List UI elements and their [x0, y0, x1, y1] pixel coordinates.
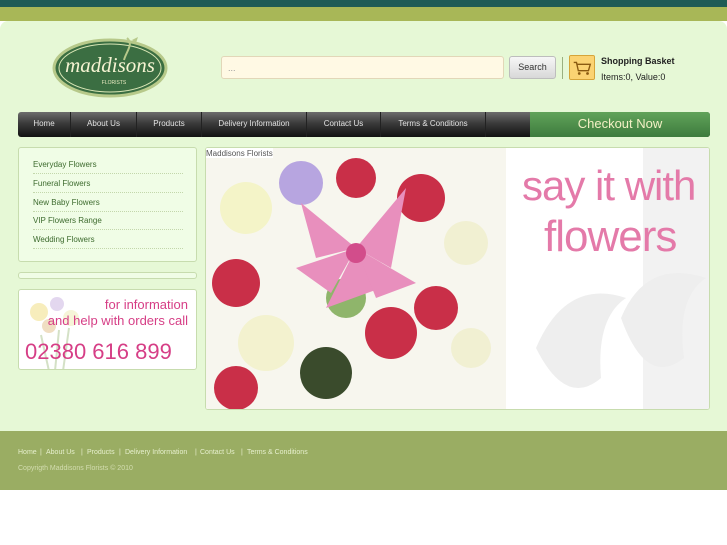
copyright-text: Copyrigth Maddisons Florists © 2010	[18, 465, 133, 472]
footer	[0, 431, 727, 490]
hero-headline-2: flowers	[544, 212, 677, 261]
info-line-2: and help with orders call	[47, 313, 188, 328]
info-line-1: for information	[104, 297, 188, 312]
checkout-now-button[interactable]: Checkout Now	[530, 112, 710, 137]
footer-separator: |	[40, 449, 42, 456]
search-input[interactable]: ...	[221, 56, 504, 79]
footer-separator: |	[241, 449, 243, 456]
category-vip-flowers-range[interactable]: VIP Flowers Range	[33, 216, 183, 230]
basket-summary: Items:0, Value:0	[601, 72, 666, 82]
footer-separator: |	[195, 449, 197, 456]
footer-link-contact-us[interactable]: Contact Us	[200, 449, 235, 456]
footer-link-terms-conditions[interactable]: Terms & Conditions	[247, 449, 308, 456]
footer-separator: |	[119, 449, 121, 456]
footer-link-about-us[interactable]: About Us	[46, 449, 75, 456]
footer-link-home[interactable]: Home	[18, 449, 37, 456]
main-nav: Home About Us Products Delivery Informat…	[18, 112, 710, 137]
search-button[interactable]: Search	[509, 56, 556, 79]
hero-banner: Maddisons Florists say it with flowers	[205, 147, 710, 410]
footer-link-delivery-information[interactable]: Delivery Information	[125, 449, 187, 456]
category-menu: Everyday Flowers Funeral Flowers New Bab…	[18, 147, 197, 262]
footer-separator: |	[81, 449, 83, 456]
category-everyday-flowers[interactable]: Everyday Flowers	[33, 160, 183, 174]
logo-name: maddisons	[65, 53, 155, 77]
phone-number: 02380 616 899	[25, 339, 172, 364]
top-band	[0, 0, 727, 7]
nav-about-us[interactable]: About Us	[71, 112, 137, 137]
help-phone-banner[interactable]: for information and help with orders cal…	[18, 289, 197, 370]
nav-terms-conditions[interactable]: Terms & Conditions	[381, 112, 486, 137]
category-new-baby-flowers[interactable]: New Baby Flowers	[33, 198, 183, 212]
nav-products[interactable]: Products	[137, 112, 202, 137]
hero-caption: Maddisons Florists	[206, 148, 273, 158]
shopping-cart-icon[interactable]	[569, 55, 595, 80]
footer-link-products[interactable]: Products	[87, 449, 115, 456]
nav-contact-us[interactable]: Contact Us	[307, 112, 381, 137]
header-divider	[562, 57, 563, 79]
category-funeral-flowers[interactable]: Funeral Flowers	[33, 179, 183, 193]
hero-headline-1: say it with	[522, 162, 696, 209]
category-wedding-flowers[interactable]: Wedding Flowers	[33, 235, 183, 249]
olive-band	[0, 7, 727, 21]
sidebar-empty-box	[18, 272, 197, 279]
nav-delivery-information[interactable]: Delivery Information	[202, 112, 307, 137]
basket-title[interactable]: Shopping Basket	[601, 56, 675, 66]
nav-home[interactable]: Home	[18, 112, 71, 137]
logo-tagline: FLORISTS	[102, 80, 127, 86]
maddisons-logo[interactable]: maddisons FLORISTS	[52, 34, 168, 102]
